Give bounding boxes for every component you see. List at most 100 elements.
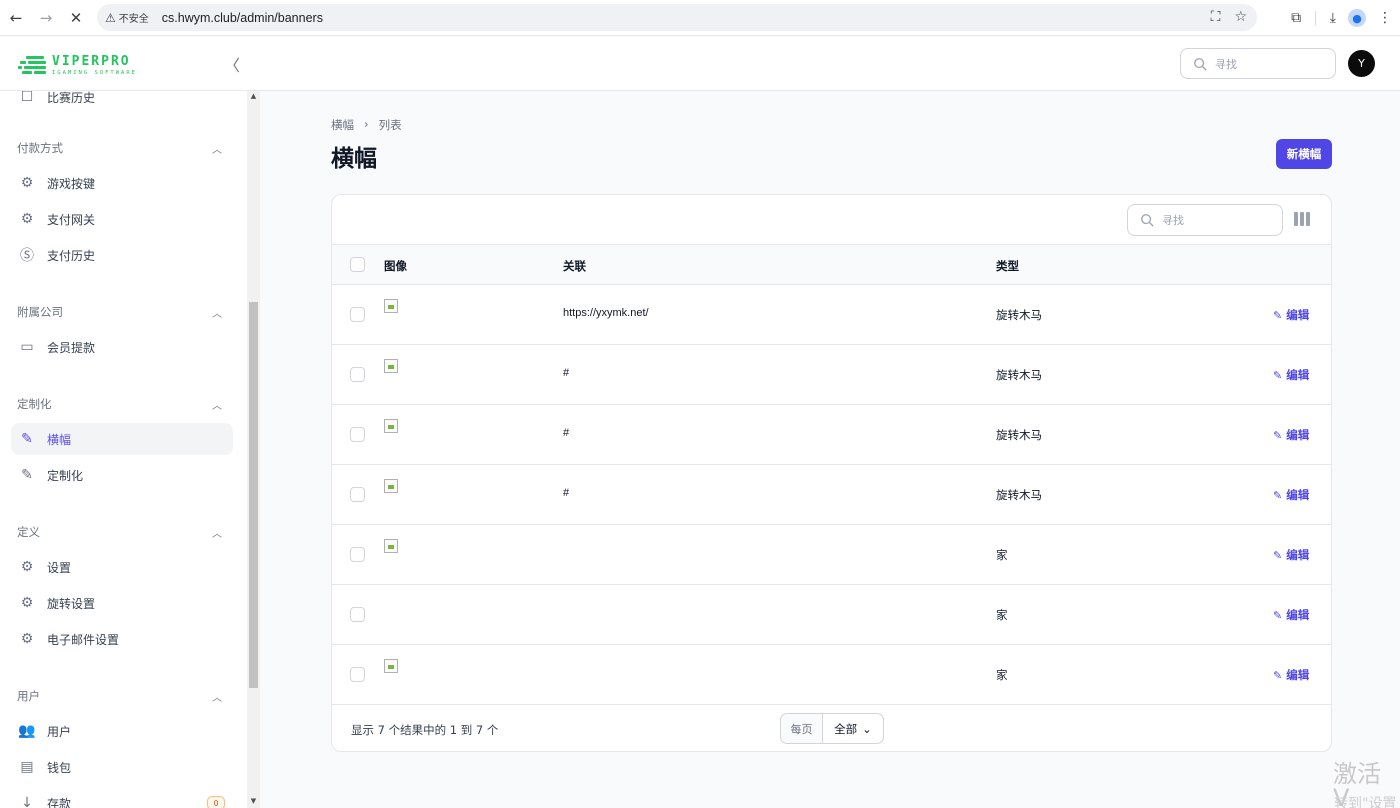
download-icon[interactable]: ⤓ (1330, 10, 1336, 26)
edit-button[interactable]: ✎ 编辑 (1273, 427, 1309, 443)
scroll-up-icon[interactable]: ▲ (248, 92, 259, 102)
broken-image-icon (384, 479, 398, 493)
columns-toggle-icon[interactable] (1294, 212, 1310, 226)
browser-toolbar: ← → ✕ ⚠ 不安全 cs.hwym.club/admin/banners ⛶… (0, 0, 1400, 36)
back-icon[interactable]: ← (1, 3, 31, 33)
stop-loading-icon[interactable]: ✕ (61, 3, 91, 33)
users-icon: 👥 (18, 723, 36, 739)
sidebar-item-wallet[interactable]: ▤ 钱包 (11, 751, 233, 783)
link-cell: # (563, 487, 570, 499)
gear-icon: ⚙ (20, 631, 34, 647)
column-header-type[interactable]: 类型 (996, 258, 1019, 274)
gear-icon: ⚙ (20, 211, 34, 227)
link-cell: # (563, 427, 570, 439)
gear-icon: ⚙ (20, 175, 34, 191)
per-page-label: 每页 (781, 714, 823, 743)
row-checkbox[interactable] (350, 367, 365, 382)
select-all-checkbox[interactable] (350, 257, 365, 272)
sidebar-item-email-settings[interactable]: ⚙ 电子邮件设置 (11, 623, 233, 655)
chevron-up-icon[interactable]: ︿ (212, 141, 222, 156)
sidebar-scrollbar-thumb[interactable] (249, 302, 258, 688)
chevron-up-icon[interactable]: ︿ (212, 689, 222, 704)
edit-button[interactable]: ✎ 编辑 (1273, 487, 1309, 503)
column-header-image[interactable]: 图像 (384, 258, 407, 274)
sidebar-item-settings[interactable]: ⚙ 设置 (11, 551, 233, 583)
extensions-icon[interactable]: ⧉ (1291, 10, 1301, 26)
sidebar-group-definitions: 定义 (17, 525, 40, 539)
logo[interactable]: VIPERPRO IGAMING SOFTWARE (18, 54, 137, 78)
logo-title: VIPERPRO (52, 54, 131, 70)
search-icon (1141, 214, 1154, 227)
sidebar-group-affiliates: 附属公司 (17, 305, 63, 319)
broken-image-icon (384, 659, 398, 673)
chevron-up-icon[interactable]: ︿ (212, 305, 222, 320)
search-placeholder: 寻找 (1215, 57, 1237, 71)
row-checkbox[interactable] (350, 427, 365, 442)
user-avatar[interactable]: Y (1348, 50, 1375, 77)
calendar-icon: ☐ (20, 91, 34, 105)
sidebar-item-payment-history[interactable]: Ⓢ 支付历史 (11, 239, 233, 271)
sidebar-group-users: 用户 (17, 689, 40, 703)
page-title: 横幅 (331, 146, 377, 172)
sidebar-item-spin-settings[interactable]: ⚙ 旋转设置 (11, 587, 233, 619)
scroll-down-icon[interactable]: ▼ (248, 797, 259, 807)
edit-button[interactable]: ✎ 编辑 (1273, 667, 1309, 683)
chevron-up-icon[interactable]: ︿ (212, 397, 222, 412)
forward-icon[interactable]: → (31, 3, 61, 33)
broken-image-icon (384, 539, 398, 553)
translate-icon[interactable]: ⛶ (1211, 9, 1221, 25)
global-search-input[interactable]: 寻找 (1180, 48, 1336, 79)
sidebar-item-game-keys[interactable]: ⚙ 游戏按键 (11, 167, 233, 199)
brush-icon: ✎ (21, 431, 33, 447)
edit-button[interactable]: ✎ 编辑 (1273, 367, 1309, 383)
table-search-input[interactable]: 寻找 (1127, 204, 1283, 236)
type-cell: 旋转木马 (996, 428, 1042, 442)
edit-button[interactable]: ✎ 编辑 (1273, 607, 1309, 623)
per-page-value: 全部 (834, 721, 858, 736)
breadcrumb-banners[interactable]: 横幅 (331, 117, 354, 133)
type-cell: 家 (996, 668, 1008, 682)
sidebar-item-member-withdrawals[interactable]: ▭ 会员提款 (11, 331, 233, 363)
address-bar[interactable]: ⚠ 不安全 cs.hwym.club/admin/banners ⛶ ☆ (97, 4, 1257, 31)
url-text[interactable]: cs.hwym.club/admin/banners (162, 11, 323, 25)
chevron-up-icon[interactable]: ︿ (212, 525, 222, 540)
edit-icon: ✎ (1273, 548, 1283, 562)
sidebar-group-payment: 付款方式 (17, 141, 63, 155)
edit-button[interactable]: ✎ 编辑 (1273, 547, 1309, 563)
collapse-sidebar-icon[interactable]: 〈 (222, 53, 242, 75)
edit-icon: ✎ (1273, 308, 1283, 322)
per-page-select[interactable]: 每页 全部 ⌄ (780, 713, 884, 744)
bookmark-star-icon[interactable]: ☆ (1234, 9, 1247, 25)
table-row[interactable]: # 旋转木马 ✎ 编辑 (332, 465, 1331, 525)
table-row[interactable]: https://yxymk.net/ 旋转木马 ✎ 编辑 (332, 285, 1331, 345)
table-row[interactable]: # 旋转木马 ✎ 编辑 (332, 345, 1331, 405)
sidebar-item-deposits[interactable]: ↓ 存款 0 (11, 787, 233, 808)
sidebar-item-match-history[interactable]: ☐ 比赛历史 (11, 91, 233, 113)
type-cell: 旋转木马 (996, 368, 1042, 382)
sidebar-item-customization[interactable]: ✎ 定制化 (11, 459, 233, 491)
new-banner-button[interactable]: 新横幅 (1276, 139, 1332, 169)
row-checkbox[interactable] (350, 667, 365, 682)
table-row[interactable]: 家 ✎ 编辑 (332, 585, 1331, 645)
sidebar-item-payment-gateway[interactable]: ⚙ 支付网关 (11, 203, 233, 235)
table-row[interactable]: # 旋转木马 ✎ 编辑 (332, 405, 1331, 465)
type-cell: 家 (996, 608, 1008, 622)
logo-subtitle: IGAMING SOFTWARE (52, 70, 137, 77)
table-row[interactable]: 家 ✎ 编辑 (332, 525, 1331, 585)
row-checkbox[interactable] (350, 307, 365, 322)
wallet-icon: ▤ (20, 759, 34, 775)
row-checkbox[interactable] (350, 487, 365, 502)
edit-button[interactable]: ✎ 编辑 (1273, 307, 1309, 323)
row-checkbox[interactable] (350, 547, 365, 562)
pagination-summary: 显示 7 个结果中的 1 到 7 个 (351, 723, 499, 737)
sidebar-item-banners[interactable]: ✎ 横幅 (11, 423, 233, 455)
column-header-link[interactable]: 关联 (563, 258, 586, 274)
breadcrumb: 横幅 › 列表 (331, 117, 402, 133)
table-row[interactable]: 家 ✎ 编辑 (332, 645, 1331, 705)
sidebar-item-users[interactable]: 👥 用户 (11, 715, 233, 747)
menu-icon[interactable]: ⋮ (1378, 10, 1392, 26)
broken-image-icon (384, 419, 398, 433)
security-indicator[interactable]: ⚠ 不安全 (105, 10, 149, 26)
profile-icon[interactable]: ● (1348, 9, 1366, 27)
row-checkbox[interactable] (350, 607, 365, 622)
